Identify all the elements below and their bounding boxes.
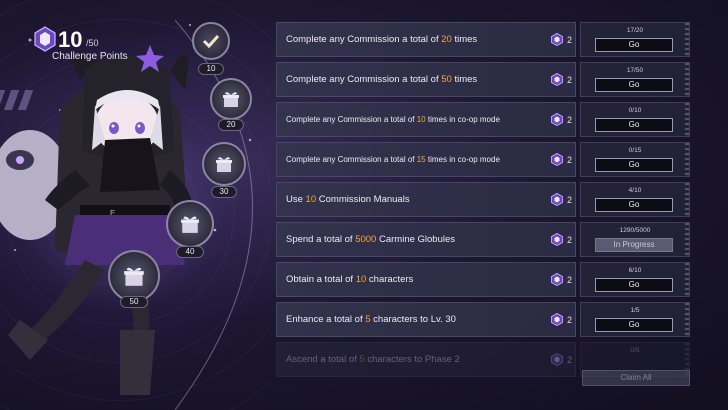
task-status: 17/50 Go: [580, 62, 690, 98]
challenge-points-label: Challenge Points: [52, 51, 128, 62]
task-row: Spend a total of 5000 Carmine Globules 2…: [276, 222, 690, 258]
task-reward: 2: [551, 113, 572, 126]
go-button[interactable]: Go: [595, 38, 673, 52]
task-status: 1290/5000 In Progress: [580, 222, 690, 258]
task-row: Use 10 Commission Manuals 2 4/10 Go: [276, 182, 690, 218]
in-progress-button: In Progress: [595, 238, 673, 252]
task-row: Complete any Commission a total of 50 ti…: [276, 62, 690, 98]
task-status: 4/10 Go: [580, 182, 690, 218]
task-progress: 17/50: [626, 67, 644, 74]
challenge-points-icon: [34, 26, 56, 52]
milestone-value: 10: [198, 63, 224, 75]
task-description: Complete any Commission a total of 15 ti…: [276, 142, 576, 177]
task-reward: 2: [551, 33, 572, 46]
task-description: Complete any Commission a total of 10 ti…: [276, 102, 576, 137]
challenge-point-icon: [551, 273, 563, 286]
challenge-point-icon: [551, 193, 563, 206]
character-panel: E 10 /50 Challenge Points 10 20 30 40 50: [0, 0, 270, 410]
task-description: Ascend a total of 5 characters to Phase …: [276, 342, 576, 377]
milestone-value: 30: [211, 186, 237, 198]
task-row: Complete any Commission a total of 20 ti…: [276, 22, 690, 58]
task-description: Obtain a total of 10 characters 2: [276, 262, 576, 297]
challenge-point-icon: [551, 233, 563, 246]
task-progress: 4/10: [628, 187, 642, 194]
challenge-point-icon: [551, 73, 563, 86]
go-button[interactable]: Go: [595, 118, 673, 132]
task-reward: 2: [551, 233, 572, 246]
task-text: Complete any Commission a total of 50 ti…: [286, 74, 478, 85]
challenge-point-icon: [551, 113, 563, 126]
gift-icon: [124, 267, 144, 286]
go-button[interactable]: Go: [595, 158, 673, 172]
go-button[interactable]: Go: [595, 198, 673, 212]
task-text: Complete any Commission a total of 10 ti…: [286, 115, 500, 124]
task-status: 0/10 Go: [580, 102, 690, 138]
go-button[interactable]: Go: [595, 318, 673, 332]
gift-icon: [181, 216, 199, 233]
task-progress: 0/5: [630, 347, 640, 354]
task-reward: 2: [551, 193, 572, 206]
task-reward: 2: [551, 153, 572, 166]
go-button[interactable]: Go: [595, 278, 673, 292]
task-description: Complete any Commission a total of 20 ti…: [276, 22, 576, 57]
task-status: 6/10 Go: [580, 262, 690, 298]
task-row: Obtain a total of 10 characters 2 6/10 G…: [276, 262, 690, 298]
challenge-points-value: 10: [58, 27, 83, 52]
task-progress: 6/10: [628, 267, 642, 274]
task-description: Use 10 Commission Manuals 2: [276, 182, 576, 217]
challenge-point-icon: [551, 153, 563, 166]
challenge-point-icon: [551, 313, 563, 326]
claim-all-button[interactable]: Claim All: [582, 370, 690, 386]
challenge-points: 10 /50 Challenge Points: [34, 26, 144, 66]
task-progress: 0/15: [628, 147, 642, 154]
task-row: Complete any Commission a total of 10 ti…: [276, 102, 690, 138]
task-status: 1/5 Go: [580, 302, 690, 338]
task-description: Spend a total of 5000 Carmine Globules 2: [276, 222, 576, 257]
task-reward: 2: [551, 313, 572, 326]
challenge-point-icon: [551, 33, 563, 46]
task-row: Enhance a total of 5 characters to Lv. 3…: [276, 302, 690, 338]
task-progress: 17/20: [626, 27, 644, 34]
task-text: Complete any Commission a total of 15 ti…: [286, 155, 500, 164]
task-row: Complete any Commission a total of 15 ti…: [276, 142, 690, 178]
task-text: Enhance a total of 5 characters to Lv. 3…: [286, 314, 456, 325]
task-text: Ascend a total of 5 characters to Phase …: [286, 354, 460, 365]
challenge-point-icon: [551, 353, 563, 366]
milestone-value: 50: [120, 296, 148, 308]
check-icon: [202, 34, 220, 48]
task-progress: 1/5: [630, 307, 640, 314]
milestone-value: 40: [176, 246, 204, 258]
gift-icon: [223, 92, 239, 107]
task-progress: 0/10: [628, 107, 642, 114]
task-reward: 2: [551, 353, 572, 366]
task-description: Complete any Commission a total of 50 ti…: [276, 62, 576, 97]
task-reward: 2: [551, 273, 572, 286]
task-text: Complete any Commission a total of 20 ti…: [286, 34, 478, 45]
gift-icon: [216, 157, 232, 172]
task-description: Enhance a total of 5 characters to Lv. 3…: [276, 302, 576, 337]
go-button[interactable]: Go: [595, 78, 673, 92]
task-text: Spend a total of 5000 Carmine Globules: [286, 234, 456, 245]
task-text: Use 10 Commission Manuals: [286, 194, 410, 205]
milestone-value: 20: [218, 119, 244, 131]
task-progress: 1290/5000: [619, 227, 651, 234]
task-status: 0/15 Go: [580, 142, 690, 178]
task-reward: 2: [551, 73, 572, 86]
task-text: Obtain a total of 10 characters: [286, 274, 414, 285]
challenge-points-max: /50: [86, 38, 99, 48]
task-status: 17/20 Go: [580, 22, 690, 58]
